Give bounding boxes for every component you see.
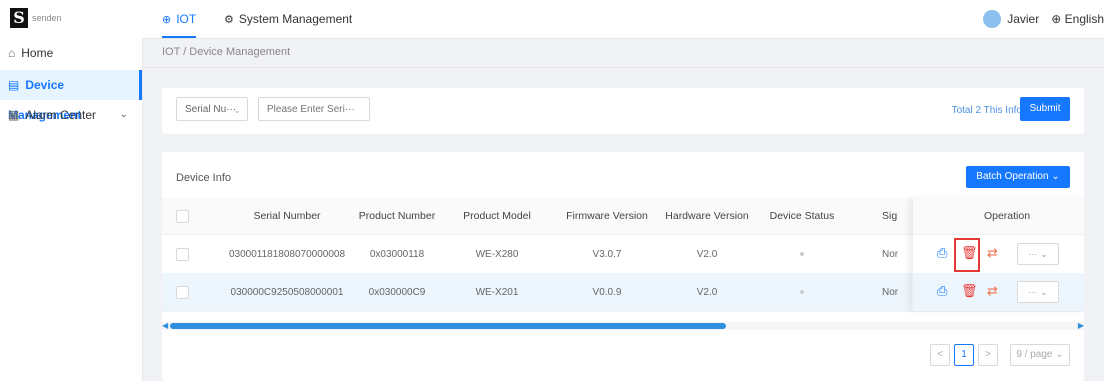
page-size-select[interactable]: 9 / page ⌄	[1010, 344, 1070, 366]
avatar[interactable]	[983, 10, 1002, 28]
row-checkbox[interactable]	[172, 235, 192, 273]
calendar-icon: ▦	[8, 108, 20, 122]
submit-button[interactable]: Submit	[1020, 97, 1070, 121]
replace-icon[interactable]: ⇄	[987, 283, 998, 299]
row-checkbox[interactable]	[172, 273, 192, 311]
chevron-down-icon: ⌄	[119, 109, 128, 120]
language-switch[interactable]: ⊕ English	[1051, 12, 1104, 26]
more-label: ···	[1028, 287, 1038, 297]
sidebar-item-device-management[interactable]: ▤ Device Management	[0, 70, 142, 122]
top-bar: S senden ⊕ IOT ⚙ System Management Javier …	[0, 0, 1104, 39]
device-status	[752, 235, 852, 273]
device-status	[752, 273, 852, 311]
product-number: 0x030000C9	[368, 286, 426, 298]
product-model: WE-X201	[475, 286, 519, 298]
col-product-model[interactable]: Product Model	[447, 198, 547, 234]
document-icon: ▤	[8, 78, 20, 92]
sidebar-item-home[interactable]: ⌂ Home	[0, 38, 142, 68]
search-input[interactable]	[258, 97, 370, 121]
col-serial-number[interactable]: Serial Number	[212, 198, 362, 234]
breadcrumb: IOT / Device Management	[162, 46, 291, 58]
sidebar-item-label: Home	[21, 46, 54, 60]
divider	[142, 67, 1104, 68]
select-all-checkbox[interactable]	[172, 198, 192, 234]
prev-page-button[interactable]: <	[930, 344, 950, 366]
batch-operation-button[interactable]: Batch Operation ⌄	[966, 166, 1070, 188]
scroll-thumb[interactable]	[170, 323, 726, 329]
signal: Nor	[882, 248, 899, 260]
serial-number: 030001181808070000008	[228, 248, 346, 260]
status-dot	[800, 290, 804, 294]
tab-system-management[interactable]: ⚙ System Management	[224, 0, 352, 38]
scroll-left-arrow-icon[interactable]: ◀	[162, 322, 168, 330]
page-size-label: 9 / page	[1016, 349, 1053, 360]
more-actions-select[interactable]: ··· ⌄	[1017, 243, 1059, 265]
total-info: Total 2 This Info	[951, 105, 1022, 116]
sidebar-item-alarm-center[interactable]: ▦ Alarm Center ⌄	[0, 100, 142, 130]
status-dot	[800, 252, 804, 256]
search-field-select[interactable]: Serial Nu··· ⌄	[176, 97, 248, 121]
filter-card: Serial Nu··· ⌄ Total 2 This Info Submit	[162, 88, 1084, 134]
operation-column: ⎙ 🗑 ⇄ ··· ⌄ ⎙ 🗑 ⇄ ··· ⌄	[912, 198, 1085, 311]
page-1-button[interactable]: 1	[954, 344, 974, 366]
chevron-down-icon: ⌄	[233, 105, 241, 115]
replace-icon[interactable]: ⇄	[987, 245, 998, 261]
language-label: English	[1064, 12, 1104, 26]
chevron-down-icon: ⌄	[1051, 171, 1060, 182]
user-name[interactable]: Javier	[1007, 12, 1039, 26]
hardware-version: V2.0	[696, 248, 718, 260]
more-label: ···	[1028, 249, 1038, 259]
col-firmware-version[interactable]: Firmware Version	[552, 198, 662, 234]
gear-icon: ⚙	[224, 14, 234, 26]
product-model: WE-X280	[475, 248, 519, 260]
horizontal-scrollbar[interactable]: ◀ ▶	[162, 322, 1084, 330]
next-page-button[interactable]: >	[978, 344, 998, 366]
device-info-card: Device Info Batch Operation ⌄ Serial Num…	[162, 152, 1084, 381]
col-signal[interactable]: Sig	[882, 198, 912, 234]
home-icon: ⌂	[8, 46, 16, 60]
firmware-version: V0.0.9	[592, 286, 622, 298]
serial-number: 030000C9250508000001	[230, 286, 344, 298]
signal: Nor	[882, 286, 899, 298]
logo-mark: S	[10, 8, 28, 28]
sidebar-item-label: Alarm Center	[25, 108, 97, 122]
delete-icon[interactable]: 🗑	[961, 283, 978, 299]
logo-text: senden	[32, 13, 62, 23]
hardware-version: V2.0	[696, 286, 718, 298]
col-device-status[interactable]: Device Status	[752, 198, 852, 234]
batch-label: Batch Operation	[976, 171, 1049, 182]
product-number: 0x03000118	[369, 248, 425, 260]
highlight-box	[954, 238, 980, 272]
firmware-version: V3.0.7	[592, 248, 622, 260]
more-actions-select[interactable]: ··· ⌄	[1017, 281, 1059, 303]
col-hardware-version[interactable]: Hardware Version	[652, 198, 762, 234]
sidebar: ⌂ Home ▤ Device Management ▦ Alarm Center ⌄	[0, 38, 143, 381]
col-product-number[interactable]: Product Number	[342, 198, 452, 234]
view-detail-icon[interactable]: ⎙	[937, 245, 947, 261]
globe-icon: ⊕	[162, 14, 172, 26]
tab-system-label: System Management	[238, 12, 353, 26]
card-title: Device Info	[176, 172, 232, 184]
scroll-right-arrow-icon[interactable]: ▶	[1078, 322, 1084, 330]
brand-logo[interactable]: S senden	[10, 8, 62, 28]
globe-icon: ⊕	[1051, 12, 1062, 26]
tab-iot-label: IOT	[176, 12, 197, 26]
view-detail-icon[interactable]: ⎙	[937, 283, 947, 299]
tab-iot[interactable]: ⊕ IOT	[162, 0, 197, 38]
user-area: Javier ⊕ English	[983, 0, 1104, 38]
select-value: Serial Nu···	[185, 104, 237, 115]
